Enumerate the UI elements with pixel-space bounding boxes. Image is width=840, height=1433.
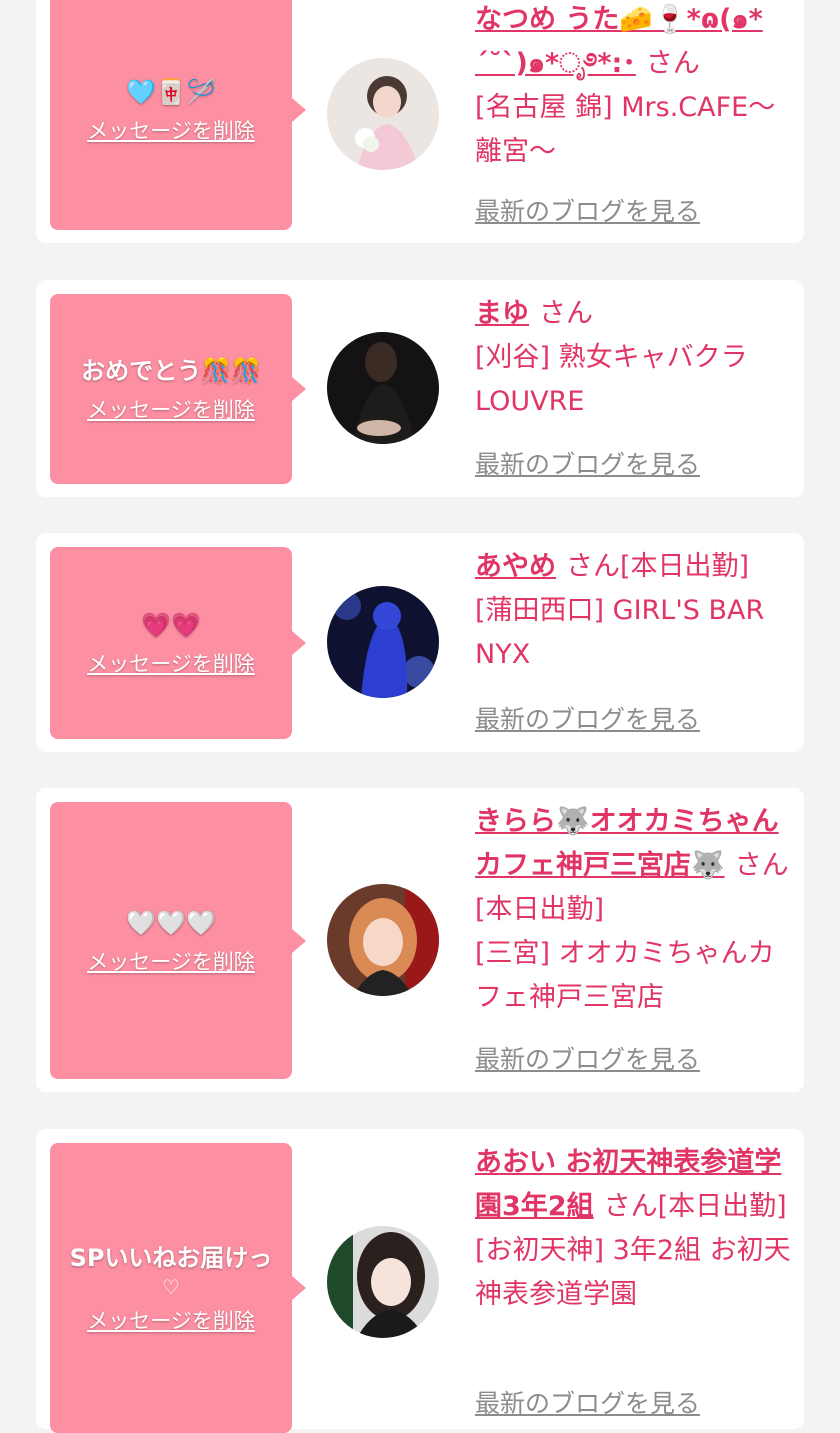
delete-message-link[interactable]: メッセージを削除	[87, 394, 255, 424]
san-suffix: さん	[603, 1191, 658, 1222]
message-bubble: 💗💗 メッセージを削除	[50, 547, 306, 739]
message-card: SPいいねお届けっ ♡ メッセージを削除 あおい お初天神表参道学園3年2組 さん…	[36, 1129, 804, 1433]
latest-blog-link[interactable]: 最新のブログを見る	[475, 445, 700, 481]
cast-name-link[interactable]: まゆ	[475, 298, 529, 329]
latest-blog-link[interactable]: 最新のブログを見る	[475, 192, 700, 228]
avatar[interactable]	[327, 58, 439, 170]
delete-message-link[interactable]: メッセージを削除	[87, 648, 255, 678]
message-card: おめでとう🎊🎊 メッセージを削除 まゆ さん [刈谷] 熟女キャバクラ LOUVR…	[36, 280, 804, 497]
latest-blog-link[interactable]: 最新のブログを見る	[475, 700, 700, 736]
message-text: 🩵🀄🪡	[126, 78, 216, 106]
avatar[interactable]	[327, 1226, 439, 1338]
cast-name-link[interactable]: なつめ うた🧀🍷*ɷ(๑*´˘`)๑*ೃ࿔*:･	[475, 4, 763, 79]
latest-blog-link[interactable]: 最新のブログを見る	[475, 1384, 700, 1420]
bubble-arrow	[292, 631, 306, 655]
cast-info: あおい お初天神表参道学園3年2組 さん[本日出勤] [お初天神] 3年2組 お初…	[475, 1141, 797, 1317]
delete-message-link[interactable]: メッセージを削除	[87, 946, 255, 976]
latest-blog-link[interactable]: 最新のブログを見る	[475, 1040, 700, 1076]
shop-info: [名古屋 錦] Mrs.CAFE〜離宮〜	[475, 92, 776, 167]
san-suffix: さん	[566, 551, 620, 582]
bubble-arrow	[292, 98, 306, 122]
san-suffix: さん	[539, 298, 593, 329]
work-status: [本日出勤]	[475, 894, 605, 925]
work-status: [本日出勤]	[657, 1191, 787, 1222]
delete-message-link[interactable]: メッセージを削除	[87, 115, 255, 145]
message-bubble: SPいいねお届けっ ♡ メッセージを削除	[50, 1143, 306, 1433]
avatar[interactable]	[327, 332, 439, 444]
shop-info: [三宮] オオカミちゃんカフェ神戸三宮店	[475, 938, 775, 1013]
cast-info: あやめ さん[本日出勤] [蒲田西口] GIRL'S BAR NYX	[475, 545, 797, 677]
message-text: 🤍🤍🤍	[126, 908, 216, 937]
cast-info: まゆ さん [刈谷] 熟女キャバクラ LOUVRE	[475, 292, 797, 424]
shop-info: [蒲田西口] GIRL'S BAR NYX	[475, 595, 765, 670]
shop-info: [お初天神] 3年2組 お初天神表参道学園	[475, 1235, 791, 1310]
bubble-arrow	[292, 928, 306, 953]
avatar[interactable]	[327, 586, 439, 698]
san-suffix: さん	[734, 850, 789, 881]
message-bubble: おめでとう🎊🎊 メッセージを削除	[50, 294, 306, 484]
message-bubble: 🩵🀄🪡 メッセージを削除	[50, 0, 306, 230]
message-heart-text: ♡	[162, 1275, 180, 1299]
bubble-arrow	[292, 377, 306, 401]
cast-name-link[interactable]: あやめ	[475, 551, 556, 582]
message-text: SPいいねお届けっ	[69, 1244, 273, 1272]
san-suffix: さん	[645, 48, 700, 79]
shop-info: [刈谷] 熟女キャバクラ LOUVRE	[475, 342, 748, 417]
message-card: 🩵🀄🪡 メッセージを削除 なつめ うた🧀🍷*ɷ(๑*´˘`)๑*ೃ࿔*:･ さん …	[36, 0, 804, 243]
cast-info: なつめ うた🧀🍷*ɷ(๑*´˘`)๑*ೃ࿔*:･ さん [名古屋 錦] Mrs.C…	[475, 0, 797, 174]
avatar[interactable]	[327, 884, 439, 996]
message-text: おめでとう🎊🎊	[81, 357, 261, 385]
cast-name-link[interactable]: きらら🐺オオカミちゃんカフェ神戸三宮店🐺	[475, 806, 779, 881]
bubble-arrow	[292, 1276, 306, 1300]
work-status: [本日出勤]	[620, 551, 750, 582]
message-text: 💗💗	[141, 611, 201, 639]
message-bubble: 🤍🤍🤍 メッセージを削除	[50, 802, 306, 1079]
message-card: 🤍🤍🤍 メッセージを削除 きらら🐺オオカミちゃんカフェ神戸三宮店🐺 さん [本日出勤…	[36, 788, 804, 1092]
message-card: 💗💗 メッセージを削除 あやめ さん[本日出勤] [蒲田西口] GIRL'S BA…	[36, 533, 804, 752]
delete-message-link[interactable]: メッセージを削除	[87, 1305, 255, 1335]
cast-info: きらら🐺オオカミちゃんカフェ神戸三宮店🐺 さん [本日出勤] [三宮] オオカミちゃ…	[475, 800, 797, 1020]
